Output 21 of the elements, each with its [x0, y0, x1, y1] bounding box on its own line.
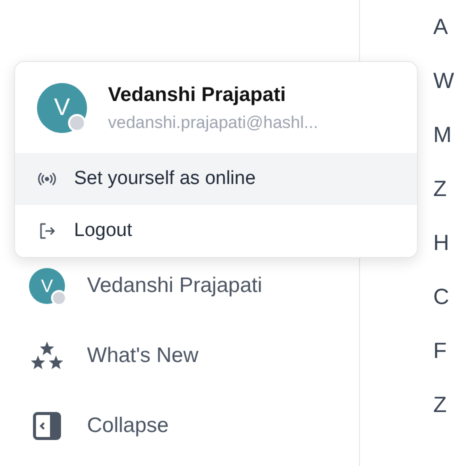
- list-item-text: F: [433, 338, 448, 363]
- user-email: vedanshi.prajapati@hashl...: [108, 112, 318, 132]
- list-item-text: Z: [433, 176, 448, 201]
- list-item-text: C: [433, 284, 450, 309]
- avatar-initial: V: [54, 94, 70, 122]
- user-name: Vedanshi Prajapati: [108, 84, 287, 106]
- menu-item[interactable]: Logout: [15, 205, 417, 257]
- sidebar-item[interactable]: What's New: [87, 344, 198, 368]
- avatar-initial: V: [40, 276, 53, 296]
- stars-icon: [30, 341, 64, 371]
- menu-item[interactable]: Set yourself as online: [15, 153, 417, 205]
- logout-icon: [38, 222, 56, 240]
- list-item-text: H: [433, 230, 450, 255]
- list-item-text: M: [433, 122, 453, 147]
- list-item-text: W: [433, 68, 454, 93]
- broadcast-icon: [38, 172, 56, 186]
- sidebar-item[interactable]: Collapse: [87, 414, 169, 438]
- sidebar-item[interactable]: Vedanshi Prajapati: [87, 274, 262, 298]
- list-item-text: Z: [433, 392, 448, 417]
- list-item-text: A: [433, 14, 449, 39]
- collapse-icon: [33, 412, 61, 440]
